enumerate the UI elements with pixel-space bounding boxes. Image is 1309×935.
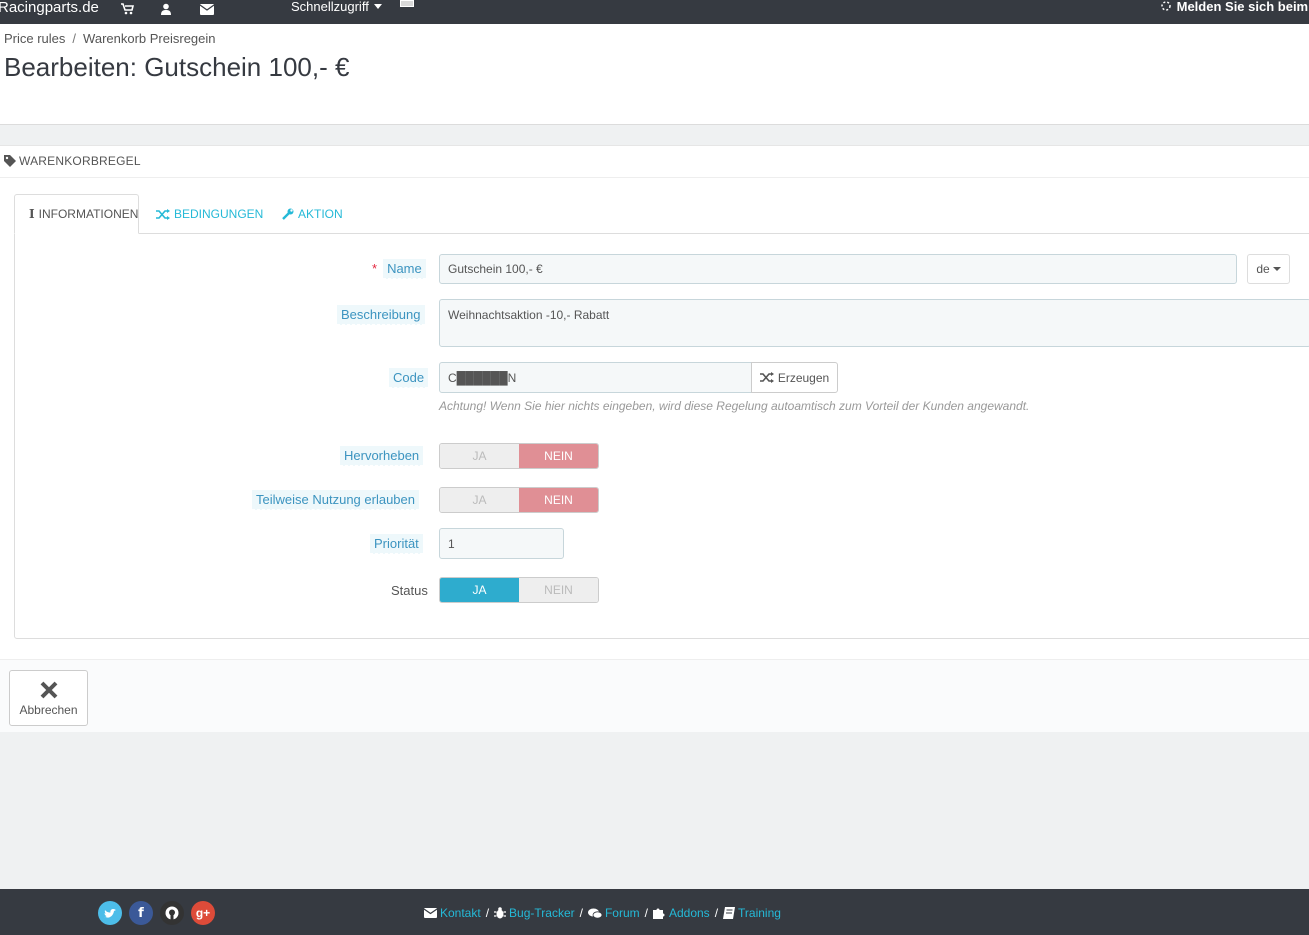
language-select[interactable]: de bbox=[1247, 254, 1290, 284]
separator: / bbox=[485, 906, 490, 920]
user-icon[interactable] bbox=[159, 2, 173, 16]
tab-label: Informationen bbox=[38, 207, 139, 221]
highlight-label: Hervorheben bbox=[340, 446, 424, 466]
partial-use-label: Teilweise Nutzung erlauben bbox=[252, 490, 419, 510]
tab-label: Aktion bbox=[298, 207, 343, 221]
language-flag-icon[interactable] bbox=[400, 0, 414, 7]
footer-link-label: Bug-Tracker bbox=[509, 906, 575, 920]
highlight-no-option[interactable]: NEIN bbox=[519, 444, 598, 468]
footer-link-label: Forum bbox=[604, 906, 640, 920]
footer-links: Kontakt / Bug-Tracker / Forum / Addons /… bbox=[424, 906, 781, 920]
cart-icon[interactable] bbox=[120, 2, 134, 16]
google-plus-icon[interactable]: g+ bbox=[191, 901, 215, 925]
quick-access-dropdown[interactable]: Schnellzugriff bbox=[291, 0, 383, 14]
description-label: Beschreibung bbox=[337, 305, 425, 325]
github-icon[interactable] bbox=[160, 901, 184, 925]
partial-use-yes-option[interactable]: JA bbox=[440, 488, 519, 512]
code-label-text: Code bbox=[389, 368, 429, 388]
highlight-label-text: Hervorheben bbox=[340, 446, 424, 466]
breadcrumb-separator: / bbox=[72, 31, 77, 46]
cancel-label: Abbrechen bbox=[19, 702, 78, 717]
login-text: Melden Sie sich beim Pr bbox=[1176, 0, 1309, 14]
footer-link-label: Kontakt bbox=[440, 906, 481, 920]
puzzle-icon bbox=[652, 908, 665, 919]
generate-code-button[interactable]: Erzeugen bbox=[751, 362, 838, 393]
highlight-yes-option[interactable]: JA bbox=[440, 444, 519, 468]
page-title: Bearbeiten: Gutschein 100,- € bbox=[4, 52, 350, 82]
page-footer: f g+ Kontakt / Bug-Tracker / Forum / Add… bbox=[0, 889, 1309, 935]
language-value: de bbox=[1256, 262, 1270, 276]
priority-label: Priorität bbox=[370, 534, 423, 554]
tab-informationen[interactable]: i Informationen bbox=[14, 194, 139, 234]
close-icon bbox=[40, 681, 57, 698]
page-header: Price rules / Warenkorb Preisregein Bearbe… bbox=[0, 24, 1309, 125]
top-navbar: Racingparts.de Schnellzugriff Melden Sie… bbox=[0, 0, 1309, 24]
partial-use-switch[interactable]: JA NEIN bbox=[439, 487, 599, 513]
name-label: * Name bbox=[372, 259, 426, 279]
mail-icon[interactable] bbox=[200, 2, 214, 16]
footer-link-kontakt[interactable]: Kontakt bbox=[424, 906, 481, 920]
chevron-down-icon bbox=[1272, 267, 1281, 271]
chevron-down-icon bbox=[374, 4, 383, 9]
description-textarea[interactable]: Weihnachtsaktion -10,- Rabatt bbox=[439, 299, 1309, 347]
name-input[interactable]: Gutschein 100,- € bbox=[439, 254, 1237, 284]
status-switch[interactable]: JA NEIN bbox=[439, 577, 599, 603]
status-no-option[interactable]: NEIN bbox=[519, 578, 598, 602]
footer-link-label: Addons bbox=[668, 906, 710, 920]
facebook-icon[interactable]: f bbox=[129, 901, 153, 925]
divider bbox=[0, 177, 1309, 178]
cancel-button[interactable]: Abbrechen bbox=[9, 670, 88, 726]
breadcrumb-item-cart-rules[interactable]: Warenkorb Preisregein bbox=[83, 31, 215, 46]
tab-bedingungen[interactable]: Bedingungen bbox=[142, 194, 277, 234]
footer-link-forum[interactable]: Forum bbox=[587, 906, 640, 920]
highlight-switch[interactable]: JA NEIN bbox=[439, 443, 599, 469]
priority-label-text: Priorität bbox=[370, 534, 423, 554]
footer-link-bug-tracker[interactable]: Bug-Tracker bbox=[494, 906, 575, 920]
login-link[interactable]: Melden Sie sich beim Pr bbox=[1160, 0, 1309, 14]
breadcrumb: Price rules / Warenkorb Preisregein bbox=[4, 31, 216, 46]
status-label: Status bbox=[391, 583, 428, 598]
name-label-text: Name bbox=[383, 259, 426, 279]
panel-heading-text: Warenkorbregel bbox=[19, 154, 141, 168]
separator: / bbox=[579, 906, 583, 920]
footer-link-training[interactable]: Training bbox=[723, 906, 781, 920]
bug-icon bbox=[494, 907, 507, 919]
shuffle-icon bbox=[759, 372, 774, 383]
envelope-icon bbox=[424, 908, 437, 918]
status-yes-option[interactable]: JA bbox=[440, 578, 519, 602]
panel-footer bbox=[0, 659, 1309, 732]
quick-access-label: Schnellzugriff bbox=[291, 0, 369, 14]
book-icon bbox=[723, 907, 736, 919]
description-label-text: Beschreibung bbox=[337, 305, 425, 325]
shuffle-icon bbox=[156, 208, 170, 220]
required-marker: * bbox=[372, 261, 378, 276]
comments-icon bbox=[587, 908, 602, 919]
separator: / bbox=[714, 906, 719, 920]
panel-heading: Warenkorbregel bbox=[4, 154, 141, 168]
code-label: Code bbox=[389, 368, 429, 388]
breadcrumb-item-price-rules[interactable]: Price rules bbox=[4, 31, 65, 46]
tab-aktion[interactable]: Aktion bbox=[268, 194, 357, 234]
wrench-icon bbox=[282, 208, 294, 220]
code-input[interactable]: C██████N bbox=[439, 362, 752, 393]
footer-link-addons[interactable]: Addons bbox=[652, 906, 710, 920]
code-help-text: Achtung! Wenn Sie hier nichts eingeben, … bbox=[439, 399, 1030, 413]
tag-icon bbox=[4, 155, 16, 167]
separator: / bbox=[644, 906, 648, 920]
twitter-icon[interactable] bbox=[98, 901, 122, 925]
tab-label: Bedingungen bbox=[174, 207, 264, 221]
brand-logo[interactable]: Racingparts.de bbox=[0, 0, 99, 16]
cart-rule-panel: Warenkorbregel i Informationen Bedingung… bbox=[0, 145, 1309, 732]
tab-content-informationen bbox=[14, 233, 1309, 639]
partial-use-no-option[interactable]: NEIN bbox=[519, 488, 598, 512]
info-icon: i bbox=[29, 207, 35, 221]
footer-link-label: Training bbox=[738, 906, 781, 920]
generate-code-label: Erzeugen bbox=[777, 370, 830, 385]
partial-use-label-text: Teilweise Nutzung erlauben bbox=[252, 490, 419, 510]
priority-input[interactable]: 1 bbox=[439, 528, 564, 559]
